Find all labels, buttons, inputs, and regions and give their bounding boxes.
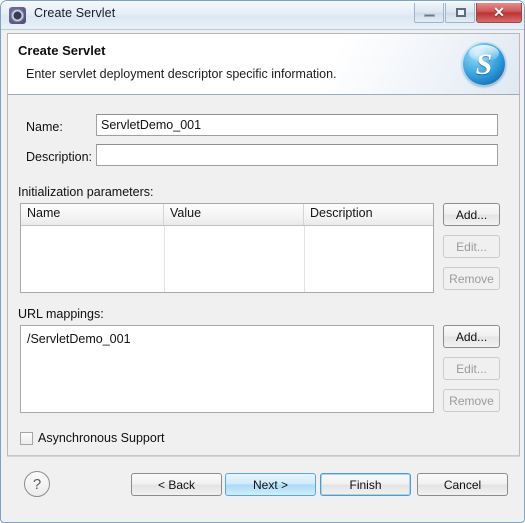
wizard-banner: Create Servlet Enter servlet deployment … — [7, 33, 520, 95]
servlet-logo-icon: S — [462, 42, 506, 86]
back-button[interactable]: < Back — [131, 473, 222, 496]
help-icon[interactable]: ? — [24, 471, 50, 497]
close-icon: ✕ — [493, 3, 505, 20]
maximize-icon — [456, 8, 466, 17]
window-controls: ✕ — [414, 3, 522, 23]
logo-letter: S — [475, 47, 493, 81]
init-params-remove-button: Remove — [443, 267, 500, 290]
title-bar: Create Servlet ✕ — [1, 1, 524, 30]
init-params-edit-button: Edit... — [443, 235, 500, 258]
url-mappings-list[interactable]: /ServletDemo_001 — [20, 325, 434, 413]
wizard-body: Name: Description: Initialization parame… — [7, 95, 520, 456]
init-params-label: Initialization parameters: — [18, 185, 154, 199]
table-body-empty[interactable] — [21, 226, 433, 292]
init-params-add-button[interactable]: Add... — [443, 203, 500, 226]
banner-subtitle: Enter servlet deployment descriptor spec… — [26, 67, 337, 81]
minimize-button[interactable] — [414, 3, 444, 23]
url-mappings-remove-button: Remove — [443, 389, 500, 412]
dialog-footer: ? < Back Next > Finish Cancel — [7, 456, 520, 518]
async-support-label: Asynchronous Support — [38, 431, 165, 445]
name-input[interactable] — [96, 114, 498, 136]
url-mappings-add-button[interactable]: Add... — [443, 325, 500, 348]
list-item[interactable]: /ServletDemo_001 — [21, 330, 433, 349]
maximize-button[interactable] — [445, 3, 475, 23]
column-header-value[interactable]: Value — [164, 204, 304, 225]
async-support-checkbox[interactable] — [20, 431, 33, 445]
column-divider — [304, 226, 305, 292]
url-mappings-label: URL mappings: — [18, 307, 104, 321]
url-mappings-edit-button: Edit... — [443, 357, 500, 380]
create-servlet-dialog: Create Servlet ✕ Create Servlet Enter se… — [0, 0, 525, 523]
window-title: Create Servlet — [34, 6, 116, 20]
description-input[interactable] — [96, 144, 498, 166]
column-header-description[interactable]: Description — [304, 204, 433, 225]
minimize-icon — [424, 14, 435, 17]
name-label: Name: — [26, 120, 63, 134]
column-divider — [164, 226, 165, 292]
finish-button[interactable]: Finish — [320, 473, 411, 496]
init-params-table[interactable]: Name Value Description — [20, 203, 434, 293]
next-button[interactable]: Next > — [225, 473, 316, 496]
cancel-button[interactable]: Cancel — [417, 473, 508, 496]
description-label: Description: — [26, 150, 92, 164]
servlet-gear-icon — [9, 7, 26, 24]
column-header-name[interactable]: Name — [21, 204, 164, 225]
async-support-checkbox-row[interactable]: Asynchronous Support — [20, 431, 164, 445]
table-header-row: Name Value Description — [21, 204, 433, 226]
close-button[interactable]: ✕ — [476, 3, 522, 23]
banner-title: Create Servlet — [18, 43, 106, 58]
